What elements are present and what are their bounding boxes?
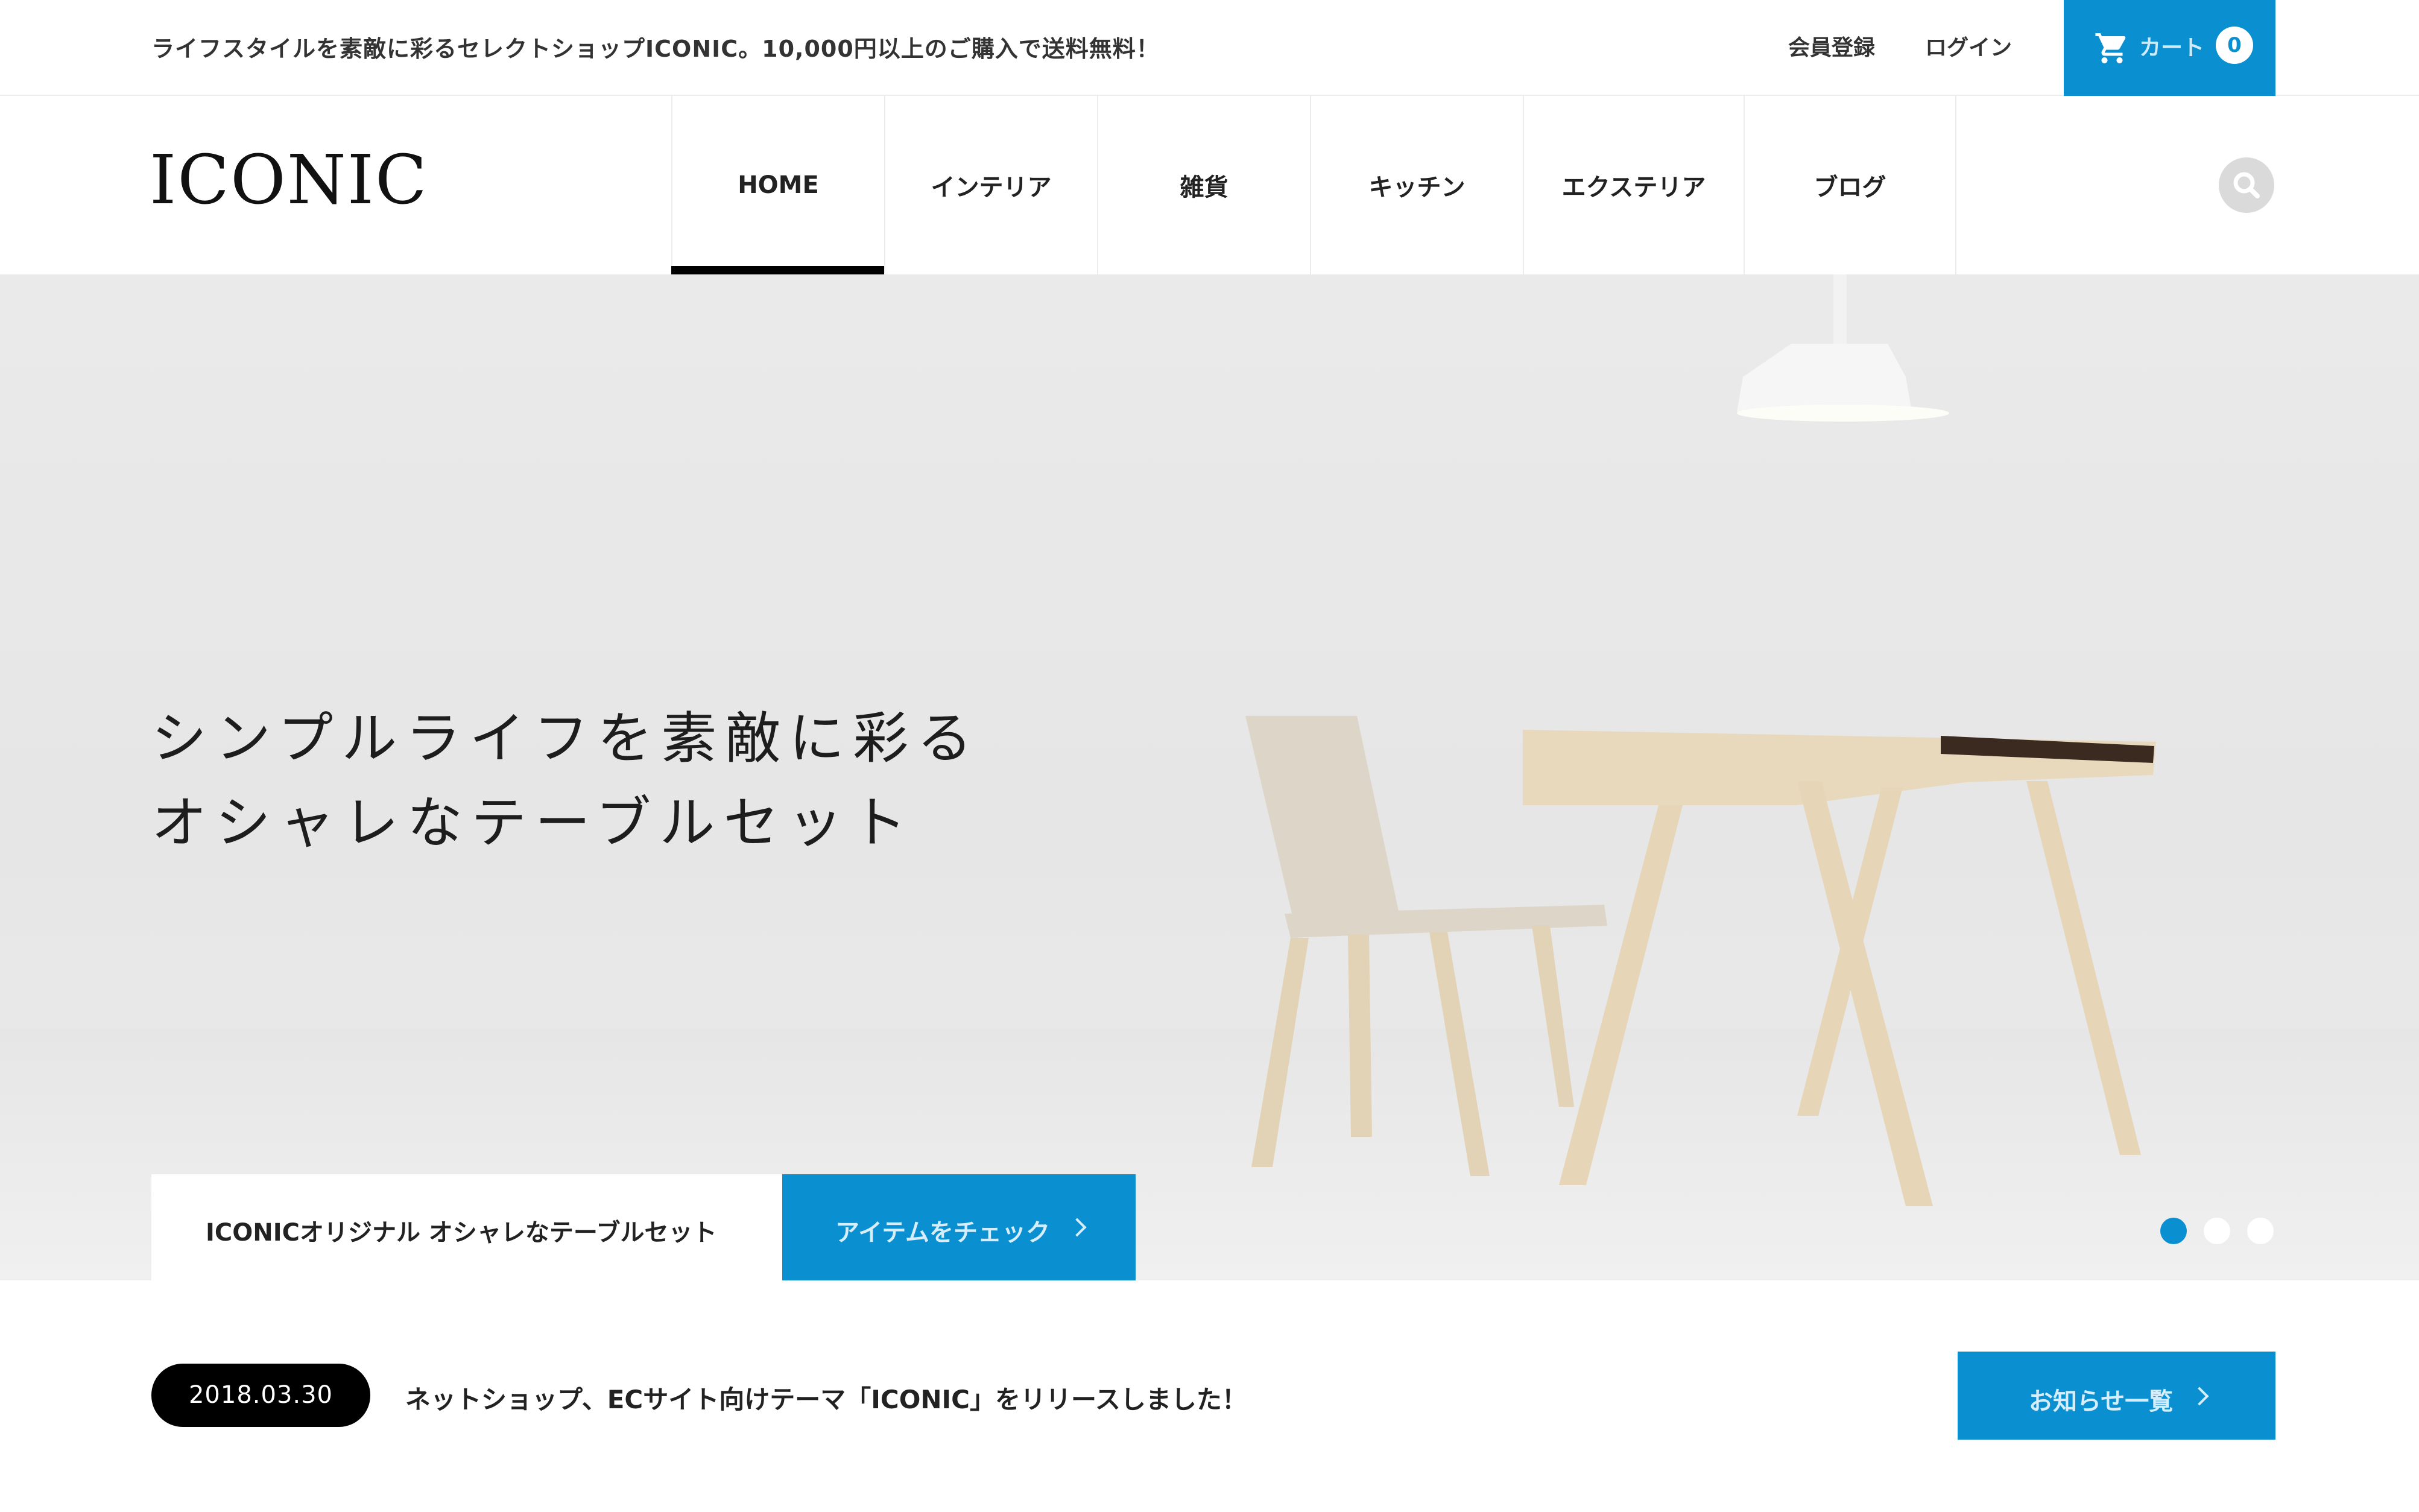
nav-item-blog[interactable]: ブログ [1744, 96, 1956, 274]
nav-item-label: エクステリア [1561, 174, 1706, 201]
nav-item-exterior[interactable]: エクステリア [1523, 96, 1744, 274]
login-link[interactable]: ログイン [1925, 30, 2012, 62]
news-list-button[interactable]: お知らせ一覧 [1958, 1352, 2275, 1440]
hero-headline-line2: オシャレなテーブルセット [151, 791, 915, 855]
hero-caption: ICONICオリジナル オシャレなテーブルセット [151, 1174, 782, 1280]
cart-icon [2095, 33, 2126, 63]
site-logo[interactable]: ICONIC [150, 147, 428, 214]
slider-pagination [2160, 1218, 2274, 1244]
search-icon [2233, 172, 2260, 198]
top-bar: ライフスタイルを素敵に彩るセレクトショップICONIC。10,000円以上のご購… [0, 0, 2419, 96]
main-nav: HOME インテリア 雑貨 キッチン エクステリア ブログ [671, 96, 1956, 274]
slider-dot-2[interactable] [2204, 1218, 2230, 1244]
news-bar: 2018.03.30 ネットショップ、ECサイト向けテーマ「ICONIC」をリリ… [0, 1280, 2419, 1512]
cart-count-badge: 0 [2216, 27, 2253, 64]
news-list-label: お知らせ一覧 [2029, 1388, 2174, 1416]
register-link[interactable]: 会員登録 [1788, 30, 1875, 62]
slider-dot-1[interactable] [2160, 1218, 2187, 1244]
nav-item-goods[interactable]: 雑貨 [1097, 96, 1310, 274]
check-item-label: アイテムをチェック [835, 1219, 1050, 1247]
nav-item-home[interactable]: HOME [671, 96, 884, 274]
slider-dot-3[interactable] [2247, 1218, 2274, 1244]
cart-label: カート [2139, 36, 2205, 60]
hero-headline: シンプルライフを素敵に彩る オシャレなテーブルセット [151, 697, 981, 865]
nav-item-label: キッチン [1368, 174, 1466, 201]
nav-item-interior[interactable]: インテリア [884, 96, 1097, 274]
hero-headline-line1: シンプルライフを素敵に彩る [151, 706, 981, 771]
hero-caption-text: ICONICオリジナル オシャレなテーブルセット [206, 1219, 717, 1247]
chevron-right-icon [1067, 1218, 1087, 1237]
pendant-lamp-illustration [1737, 274, 1949, 422]
nav-item-label: インテリア [931, 174, 1052, 201]
nav-item-label: ブログ [1813, 174, 1886, 201]
check-item-button[interactable]: アイテムをチェック [782, 1174, 1136, 1280]
search-button[interactable] [2219, 157, 2274, 213]
news-date-badge: 2018.03.30 [151, 1364, 370, 1427]
nav-item-label: 雑貨 [1180, 174, 1228, 201]
nav-item-label: HOME [738, 171, 819, 199]
nav-item-kitchen[interactable]: キッチン [1310, 96, 1523, 274]
site-header: ICONIC HOME インテリア 雑貨 キッチン エクステリア ブログ [0, 96, 2419, 274]
hero-slider: シンプルライフを素敵に彩る オシャレなテーブルセット ICONICオリジナル オ… [0, 274, 2419, 1280]
cart-button[interactable]: カート 0 [2064, 0, 2275, 96]
shipping-tagline: ライフスタイルを素敵に彩るセレクトショップICONIC。10,000円以上のご購… [151, 36, 1160, 62]
chevron-right-icon [2190, 1387, 2209, 1406]
news-headline-link[interactable]: ネットショップ、ECサイト向けテーマ「ICONIC」をリリースしました！ [405, 1379, 1247, 1416]
